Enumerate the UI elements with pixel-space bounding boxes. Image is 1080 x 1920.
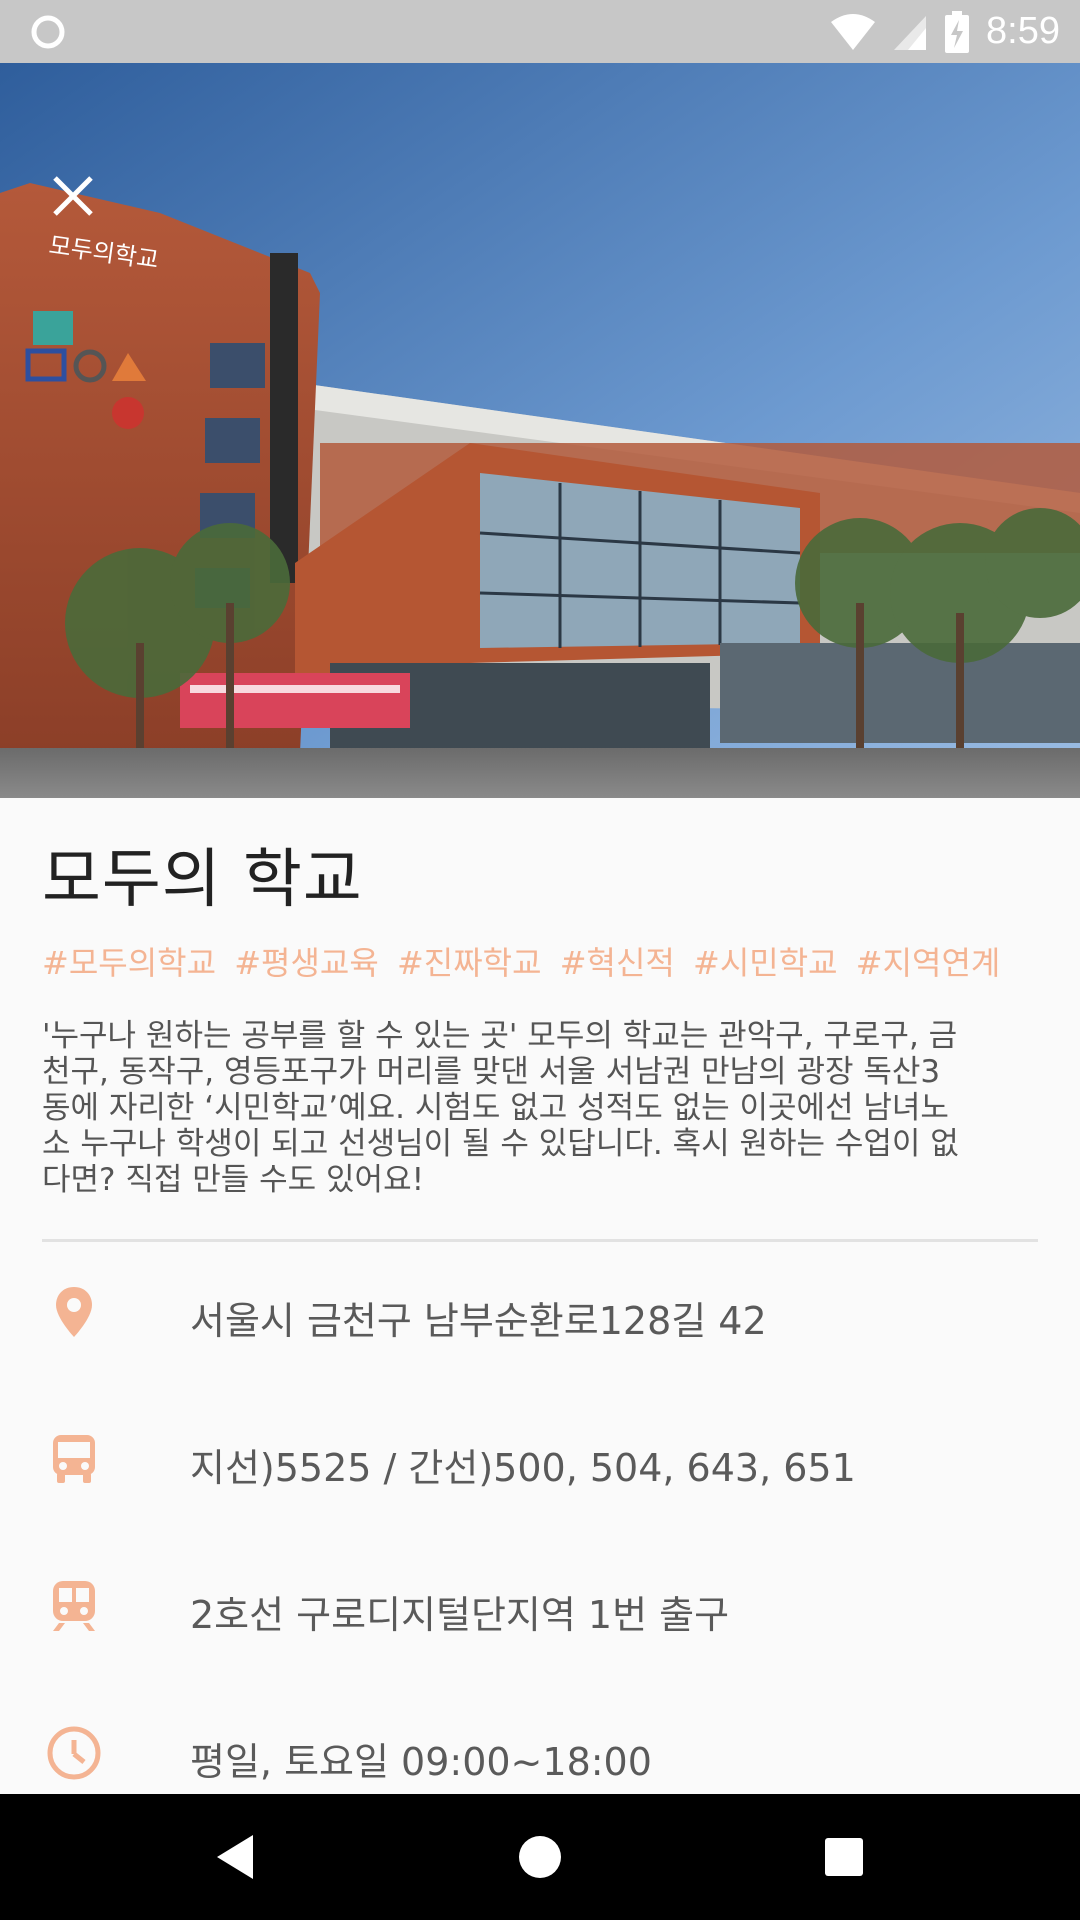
home-circle-icon — [519, 1836, 561, 1878]
description-line: 동에 자리한 ‘시민학교’예요. 시험도 없고 성적도 없는 이곳에선 남녀노 — [42, 1090, 949, 1126]
recents-square-icon — [825, 1838, 863, 1876]
recents-button[interactable] — [811, 1824, 877, 1890]
description-line: 다면? 직접 만들 수도 있어요! — [42, 1162, 425, 1198]
info-row-subway[interactable]: 2호선 구로디지털단지역 1번 출구 — [0, 1554, 1080, 1654]
battery-charging-icon — [945, 10, 970, 53]
back-button[interactable] — [202, 1824, 268, 1890]
tag-item[interactable]: #혁신적 — [560, 944, 675, 982]
subway-icon — [46, 1578, 102, 1634]
place-description: '누구나 원하는 공부를 할 수 있는 곳' 모두의 학교는 관악구, 구로구,… — [42, 1018, 1002, 1198]
location-pin-icon — [46, 1284, 102, 1340]
clock-icon — [46, 1725, 102, 1781]
navigation-bar — [0, 1794, 1080, 1920]
info-hours-text: 평일, 토요일 09:00~18:00 — [190, 1740, 652, 1784]
wifi-icon — [831, 13, 876, 50]
tag-item[interactable]: #시민학교 — [693, 944, 838, 982]
close-icon — [53, 176, 93, 216]
place-title: 모두의 학교 — [42, 843, 363, 917]
tag-item[interactable]: #모두의학교 — [42, 944, 216, 982]
status-bar: 8:59 — [0, 0, 1080, 63]
tag-list: #모두의학교 #평생교육 #진짜학교 #혁신적 #시민학교 #지역연계 — [42, 938, 1008, 984]
screen: 8:59 모두의학교 모두의 학교 #모두의학교 #평생교육 #진짜학교 #혁신… — [0, 0, 1080, 1920]
status-icons: 8:59 — [830, 0, 1060, 63]
school-building-photo: 모두의학교 — [0, 63, 1080, 798]
hero-image: 모두의학교 — [0, 63, 1080, 798]
info-row-bus[interactable]: 지선)5525 / 간선)500, 504, 643, 651 — [0, 1407, 1080, 1507]
status-circle-icon — [31, 15, 65, 49]
close-button[interactable] — [40, 163, 106, 229]
info-row-address[interactable]: 서울시 금천구 남부순환로128길 42 — [0, 1260, 1080, 1360]
back-triangle-icon — [217, 1835, 253, 1879]
home-button[interactable] — [507, 1824, 573, 1890]
info-address-text: 서울시 금천구 남부순환로128길 42 — [190, 1299, 767, 1343]
status-time: 8:59 — [986, 10, 1060, 52]
info-bus-text: 지선)5525 / 간선)500, 504, 643, 651 — [190, 1446, 856, 1490]
description-line: 천구, 동작구, 영등포구가 머리를 맞댄 서울 서남권 만남의 광장 독산3 — [42, 1054, 941, 1090]
tag-item[interactable]: #평생교육 — [234, 944, 379, 982]
tag-item[interactable]: #진짜학교 — [397, 944, 542, 982]
info-row-hours[interactable]: 평일, 토요일 09:00~18:00 — [0, 1701, 1080, 1801]
signal-icon — [894, 15, 927, 50]
divider — [42, 1239, 1038, 1242]
description-line: 소 누구나 학생이 되고 선생님이 될 수 있답니다. 혹시 원하는 수업이 없 — [42, 1126, 959, 1162]
bus-icon — [46, 1431, 102, 1487]
tag-item[interactable]: #지역연계 — [856, 944, 1001, 982]
info-subway-text: 2호선 구로디지털단지역 1번 출구 — [190, 1593, 730, 1637]
description-line: '누구나 원하는 공부를 할 수 있는 곳' 모두의 학교는 관악구, 구로구,… — [42, 1018, 958, 1054]
